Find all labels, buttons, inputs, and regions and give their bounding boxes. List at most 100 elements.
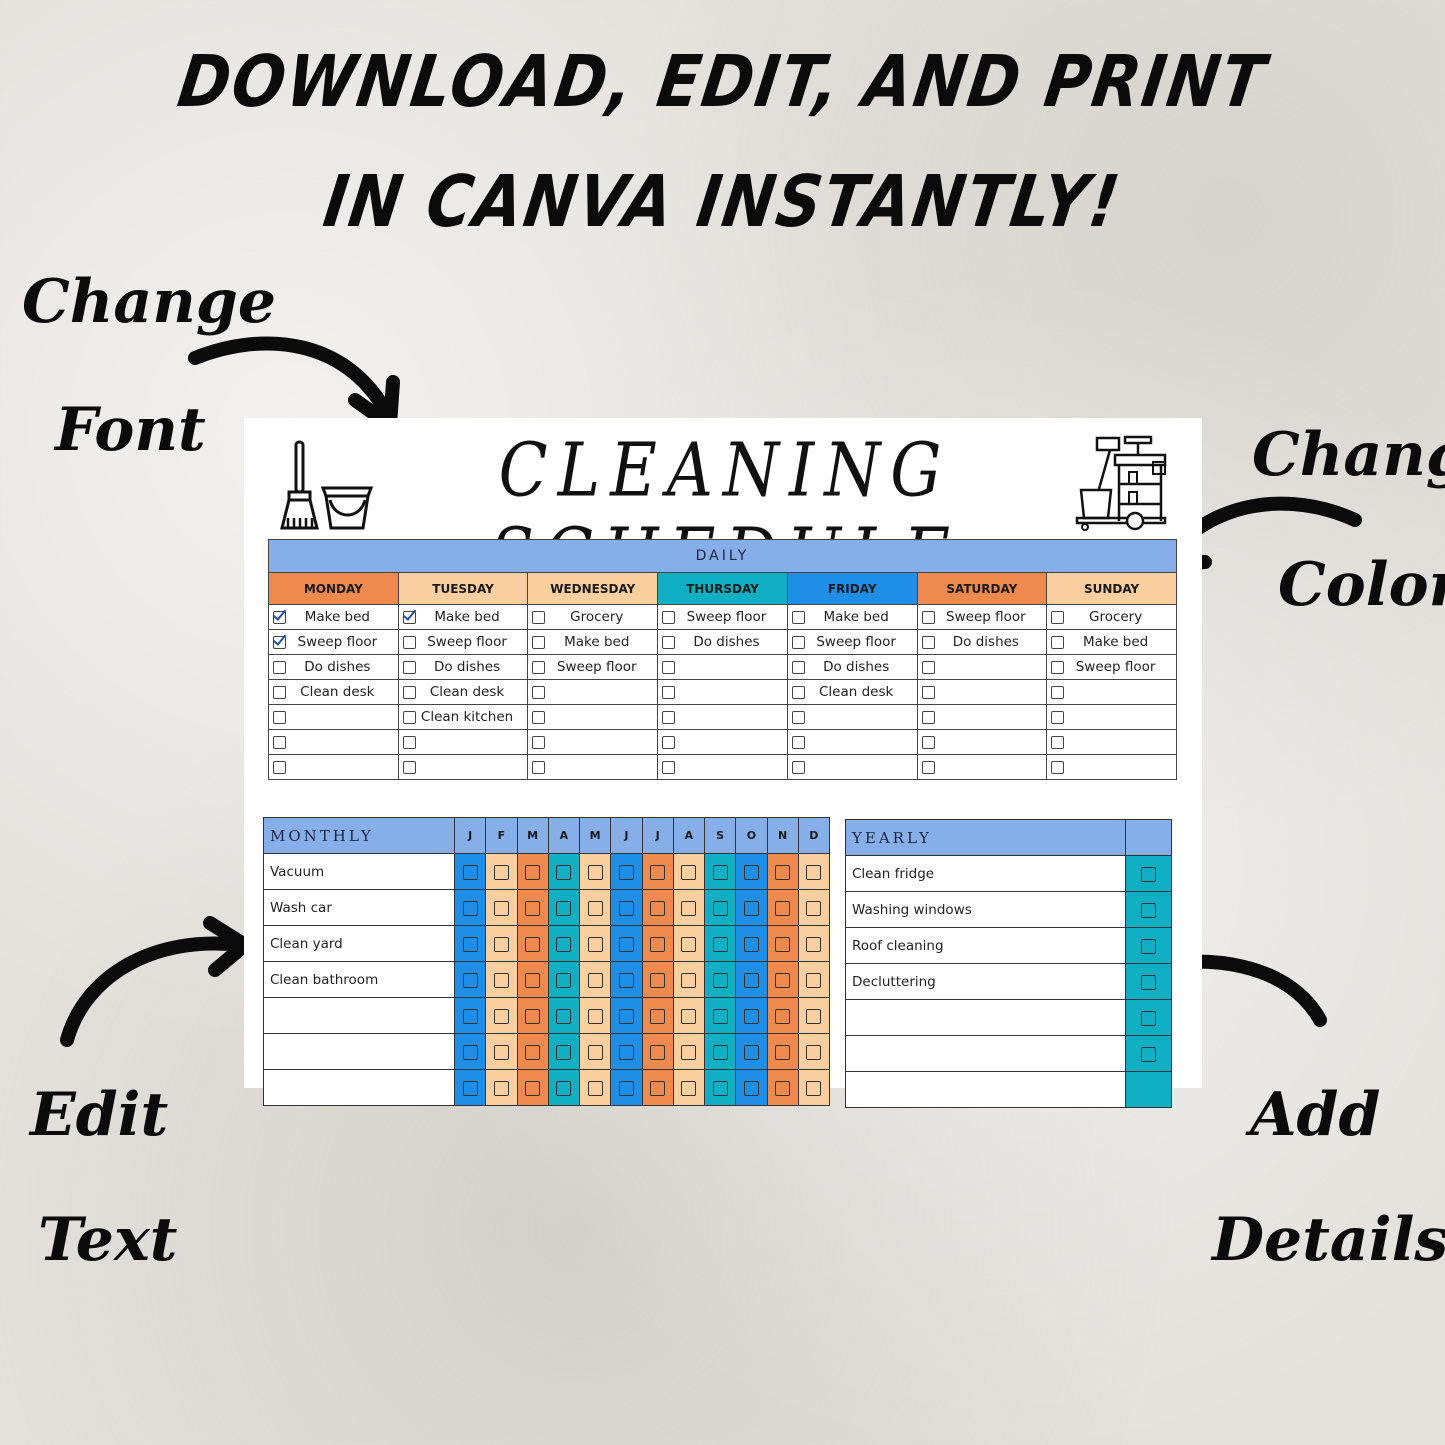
checkbox[interactable] [462,1009,478,1024]
yearly-task-label[interactable] [845,999,1126,1036]
checkbox[interactable] [618,973,634,988]
checkbox[interactable] [402,635,416,649]
checkbox[interactable] [462,901,478,916]
checkbox[interactable] [775,1009,791,1024]
checkbox[interactable] [618,1081,634,1096]
daily-task-cell[interactable]: Sweep floor [916,604,1048,630]
checkbox[interactable] [650,973,666,988]
checkbox[interactable] [775,937,791,952]
monthly-task-label[interactable]: Vacuum [263,853,455,890]
checkbox[interactable] [493,901,509,916]
daily-task-cell[interactable]: Do dishes [268,654,399,680]
checkbox[interactable] [1051,760,1065,774]
task-text[interactable]: Clean kitchen [416,709,519,725]
checkbox[interactable] [493,973,509,988]
checkbox[interactable] [525,1045,541,1060]
daily-task-cell[interactable]: Clean desk [268,679,399,705]
checkbox[interactable] [743,865,759,880]
checkbox[interactable] [650,901,666,916]
checkbox[interactable] [556,1045,572,1060]
daily-task-cell[interactable] [1046,704,1177,730]
checkbox[interactable] [556,973,572,988]
checkbox[interactable] [806,937,822,952]
daily-task-cell[interactable] [657,729,788,755]
daily-task-cell[interactable] [916,729,1048,755]
checkbox[interactable] [618,1045,634,1060]
checkbox[interactable] [618,937,634,952]
checkbox[interactable] [662,685,676,699]
checkbox[interactable] [775,865,791,880]
checkbox[interactable] [525,865,541,880]
checkbox[interactable] [921,635,935,649]
checkbox[interactable] [921,710,935,724]
daily-task-cell[interactable] [1046,679,1177,705]
checkbox[interactable] [681,937,697,952]
daily-task-cell[interactable] [657,704,788,730]
checkbox[interactable] [273,710,286,724]
checkbox[interactable] [402,685,416,699]
checkbox[interactable] [587,1009,603,1024]
checkbox[interactable] [587,937,603,952]
daily-task-cell[interactable]: Make bed [527,629,659,655]
daily-task-cell[interactable] [397,729,529,755]
monthly-task-label[interactable]: Clean bathroom [263,961,455,998]
checkbox[interactable] [712,973,728,988]
checkbox[interactable] [743,973,759,988]
checkbox[interactable] [662,710,676,724]
checkbox[interactable] [532,685,546,699]
task-text[interactable]: Make bed [805,609,908,625]
task-text[interactable]: Do dishes [805,659,908,675]
checkbox[interactable] [681,865,697,880]
checkbox[interactable] [273,760,286,774]
checkbox[interactable] [532,760,546,774]
daily-task-cell[interactable]: Sweep floor [397,629,529,655]
checkbox[interactable] [775,1081,791,1096]
checkbox[interactable] [1141,1011,1156,1026]
checkbox[interactable] [662,635,676,649]
checkbox[interactable] [743,1081,759,1096]
checkbox[interactable] [556,1081,572,1096]
checkbox[interactable] [1141,903,1156,918]
daily-task-cell[interactable] [916,704,1048,730]
checkbox[interactable] [791,735,805,749]
checkbox[interactable] [775,1045,791,1060]
checkbox[interactable] [712,901,728,916]
task-text[interactable]: Do dishes [935,634,1038,650]
checkbox[interactable] [402,710,416,724]
checkbox[interactable] [587,1045,603,1060]
daily-task-cell[interactable] [657,754,788,780]
checkbox[interactable] [681,1009,697,1024]
checkbox[interactable] [662,610,676,624]
checkbox[interactable] [650,937,666,952]
checkbox[interactable] [525,973,541,988]
checkbox[interactable] [493,1045,509,1060]
checkbox[interactable] [662,660,676,674]
checkbox[interactable] [791,610,805,624]
checkbox[interactable] [525,1009,541,1024]
checkbox[interactable] [921,610,935,624]
yearly-task-label[interactable]: Washing windows [845,891,1126,928]
checkbox[interactable] [1051,710,1065,724]
daily-task-cell[interactable]: Sweep floor [786,629,918,655]
checkbox[interactable] [525,901,541,916]
checkbox[interactable] [743,1045,759,1060]
checkbox[interactable] [402,735,416,749]
daily-task-cell[interactable]: Clean desk [786,679,918,705]
checkbox[interactable] [743,1009,759,1024]
checked-checkbox[interactable] [273,610,286,624]
checkbox[interactable] [743,901,759,916]
checkbox[interactable] [921,685,935,699]
checkbox[interactable] [462,1045,478,1060]
checkbox[interactable] [493,1081,509,1096]
checkbox[interactable] [462,865,478,880]
checkbox[interactable] [532,710,546,724]
checkbox[interactable] [587,973,603,988]
daily-task-cell[interactable] [527,704,659,730]
yearly-task-label[interactable] [845,1071,1126,1108]
checkbox[interactable] [402,760,416,774]
task-text[interactable]: Sweep floor [1064,659,1167,675]
yearly-task-label[interactable]: Decluttering [845,963,1126,1000]
checkbox[interactable] [743,937,759,952]
task-text[interactable]: Make bed [545,634,648,650]
daily-task-cell[interactable] [268,754,399,780]
